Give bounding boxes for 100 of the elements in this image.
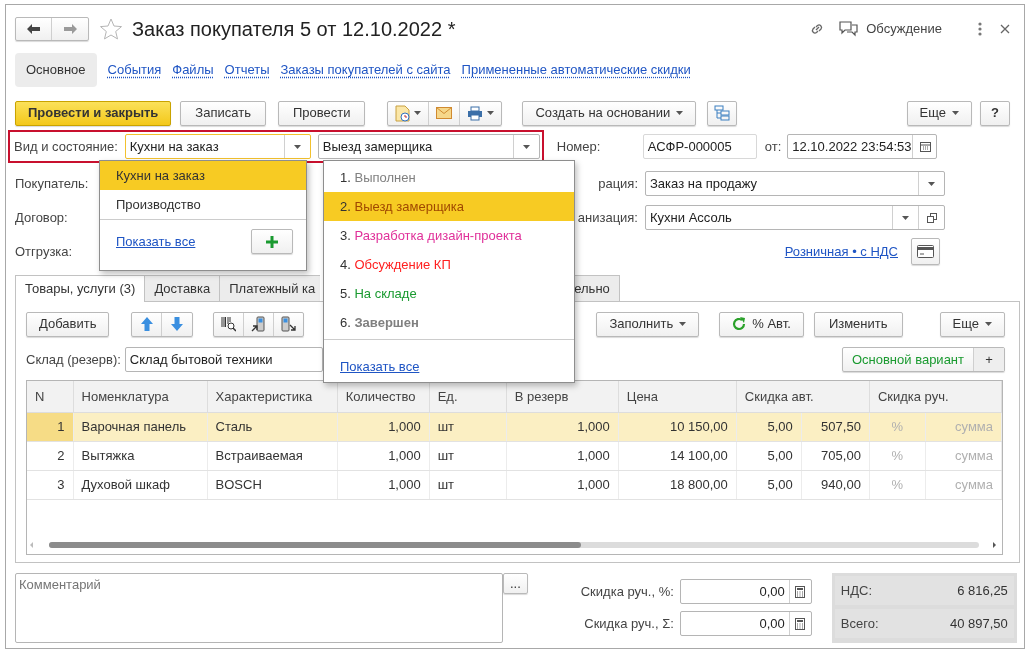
section-link[interactable]: Отчеты bbox=[224, 53, 270, 87]
printer-icon bbox=[467, 105, 484, 121]
tab[interactable]: Товары, услуги (3) bbox=[15, 275, 146, 302]
open-icon bbox=[926, 212, 937, 223]
dropdown-option[interactable]: Производство bbox=[100, 190, 306, 219]
post-button[interactable]: Провести bbox=[277, 100, 366, 126]
tab[interactable]: Доставка bbox=[144, 275, 221, 301]
star-icon[interactable] bbox=[100, 18, 122, 40]
table-cell: Сталь bbox=[207, 412, 338, 441]
add-button[interactable] bbox=[251, 229, 293, 254]
column-header[interactable]: Характеристика bbox=[207, 381, 338, 412]
more-button[interactable]: Еще bbox=[906, 100, 973, 126]
field-label: анизация: bbox=[577, 208, 638, 227]
add-variant-button[interactable]: + bbox=[974, 348, 1004, 371]
column-header[interactable]: N bbox=[27, 381, 73, 412]
state-combo[interactable]: Выезд замерщика bbox=[317, 134, 540, 159]
column-header[interactable]: Номенклатура bbox=[73, 381, 208, 412]
section-tab[interactable]: Основное bbox=[15, 53, 97, 87]
dropdown-option[interactable]: Кухни на заказ bbox=[100, 161, 306, 190]
dropdown-option[interactable]: 5. На складе bbox=[324, 279, 574, 308]
column-header[interactable]: Скидка руч. bbox=[869, 381, 1002, 412]
discussion-button[interactable]: Обсуждение bbox=[839, 19, 942, 39]
show-all-link[interactable]: Показать все bbox=[116, 231, 196, 252]
warehouse-combo[interactable]: Склад бытовой техники bbox=[124, 347, 323, 372]
field-label: Покупатель: bbox=[15, 174, 90, 193]
caret-icon bbox=[676, 111, 684, 115]
table-row[interactable]: 3 Духовой шкаф BOSCH 1,000 шт 1,000 18 800,00 5,00 940,00 % сумма bbox=[27, 470, 1002, 499]
field-label: Вид и состояние: bbox=[14, 137, 118, 156]
section-link[interactable]: Файлы bbox=[172, 53, 214, 87]
field-label: рация: bbox=[598, 174, 638, 193]
post-and-close-button[interactable]: Провести и закрыть bbox=[15, 100, 172, 126]
section-link[interactable]: Примененные автоматические скидки bbox=[461, 53, 691, 87]
total-value: 6 816,25 bbox=[957, 581, 1008, 600]
dropdown-option[interactable]: 2. Выезд замерщика bbox=[324, 192, 574, 221]
hierarchy-icon bbox=[714, 105, 731, 121]
more-button[interactable]: Еще bbox=[939, 311, 1005, 337]
barcode-icon bbox=[221, 316, 237, 332]
caret-icon bbox=[679, 322, 687, 326]
column-header[interactable]: Скидка авт. bbox=[736, 381, 870, 412]
price-type-link[interactable]: Розничная • с НДС bbox=[784, 241, 898, 262]
organization-combo[interactable]: Кухни Ассоль bbox=[645, 205, 945, 230]
save-button[interactable]: Записать bbox=[180, 100, 266, 126]
column-header[interactable]: Цена bbox=[618, 381, 737, 412]
field-label: Скидка руч., %: bbox=[579, 582, 674, 601]
down-arrow-icon bbox=[171, 317, 184, 331]
total-value: 40 897,50 bbox=[950, 614, 1008, 633]
calculator-icon bbox=[795, 585, 806, 598]
table-cell: 1,000 bbox=[506, 470, 619, 499]
section-link[interactable]: События bbox=[107, 53, 162, 87]
caret-icon bbox=[952, 111, 960, 115]
dropdown-option[interactable]: 1. Выполнен bbox=[324, 163, 574, 192]
card-icon bbox=[917, 245, 934, 258]
structure-button[interactable] bbox=[707, 100, 738, 126]
field-label: Скидка руч., Σ: bbox=[583, 614, 674, 633]
close-icon[interactable] bbox=[1000, 24, 1010, 34]
field-label: Договор: bbox=[15, 208, 69, 227]
table-cell: сумма bbox=[925, 412, 1002, 441]
calendar-icon bbox=[919, 141, 931, 152]
help-button[interactable]: ? bbox=[980, 100, 1010, 126]
table-cell: 5,00 bbox=[736, 441, 802, 470]
more-icon[interactable] bbox=[978, 22, 982, 36]
column-header[interactable]: Ед. bbox=[429, 381, 507, 412]
auto-discount-button[interactable]: % Авт. bbox=[719, 311, 804, 337]
section-link[interactable]: Заказы покупателей с сайта bbox=[280, 53, 451, 87]
table-cell: 1,000 bbox=[506, 441, 619, 470]
column-header[interactable]: Количество bbox=[337, 381, 430, 412]
table-row[interactable]: 1 Варочная панель Сталь 1,000 шт 1,000 10 150,00 5,00 507,50 % сумма bbox=[27, 412, 1002, 441]
table-cell: 14 100,00 bbox=[618, 441, 737, 470]
operation-combo[interactable]: Заказ на продажу bbox=[645, 171, 945, 196]
up-arrow-icon bbox=[140, 317, 153, 331]
table-cell: 940,00 bbox=[801, 470, 870, 499]
create-based-on-button[interactable]: Создать на основании bbox=[522, 100, 697, 126]
comment-field[interactable]: Комментарий bbox=[15, 573, 503, 643]
dropdown-option[interactable]: 6. Завершен bbox=[324, 308, 574, 337]
tab[interactable]: Платежный ка bbox=[219, 275, 321, 301]
dropdown-option[interactable]: 4. Обсуждение КП bbox=[324, 250, 574, 279]
price-settings-button[interactable] bbox=[911, 238, 940, 265]
total-label: Всего: bbox=[840, 614, 880, 633]
table-cell: % bbox=[869, 441, 926, 470]
dropdown-option[interactable]: 3. Разработка дизайн-проекта bbox=[324, 221, 574, 250]
change-button[interactable]: Изменить bbox=[813, 311, 903, 337]
fill-button[interactable]: Заполнить bbox=[596, 311, 700, 337]
add-button[interactable]: Добавить bbox=[26, 311, 110, 337]
show-all-link[interactable]: Показать все bbox=[340, 357, 420, 377]
table-row[interactable]: 2 Вытяжка Встраиваемая 1,000 шт 1,000 14 100,00 5,00 705,00 % сумма bbox=[27, 441, 1002, 470]
caret-icon bbox=[487, 111, 495, 115]
table-cell: 18 800,00 bbox=[618, 470, 737, 499]
table-cell: Вытяжка bbox=[73, 441, 208, 470]
table-cell: 3 bbox=[27, 470, 73, 499]
kind-combo[interactable]: Кухни на заказ bbox=[124, 134, 311, 159]
column-header[interactable]: В резерв bbox=[506, 381, 619, 412]
number-field[interactable]: АСФР-000005 bbox=[642, 134, 757, 159]
back-arrow-icon bbox=[27, 24, 40, 34]
comment-edit-button[interactable]: ... bbox=[503, 573, 528, 594]
table-cell: шт bbox=[429, 412, 507, 441]
terminal-icon bbox=[251, 316, 267, 332]
number-field[interactable]: 0,00 bbox=[679, 579, 812, 604]
date-field[interactable]: 12.10.2022 23:54:53 bbox=[787, 134, 938, 159]
table-cell: 1,000 bbox=[506, 412, 619, 441]
number-field[interactable]: 0,00 bbox=[679, 611, 812, 636]
